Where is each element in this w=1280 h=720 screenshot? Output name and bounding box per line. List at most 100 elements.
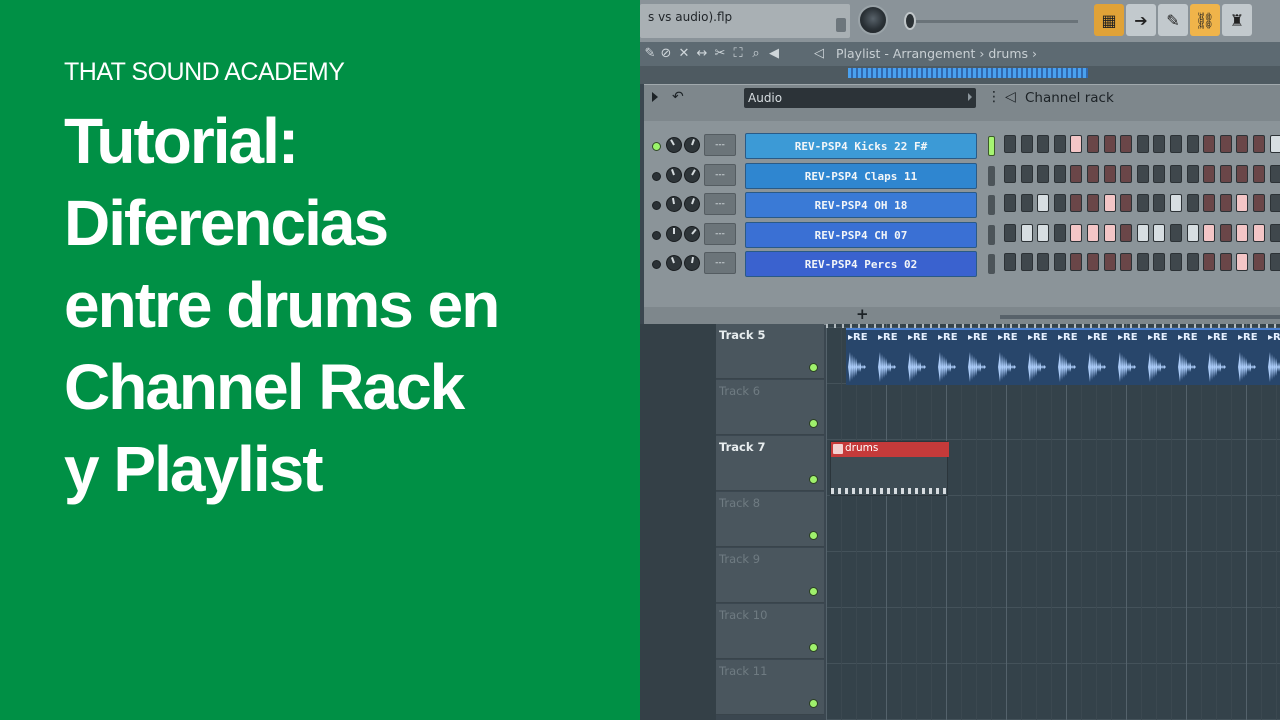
channel-mixer-track[interactable]: --- (704, 134, 736, 156)
slice-icon[interactable]: ✂ (712, 46, 728, 62)
playlist-breadcrumb[interactable]: Playlist - Arrangement › drums › (836, 46, 1037, 61)
mute-icon[interactable]: ✕ (676, 46, 692, 62)
step-button[interactable] (1004, 194, 1016, 212)
track-mute-led[interactable] (809, 419, 818, 428)
audio-clip[interactable]: ▸RE ▸RE ▸RE ▸RE ▸RE ▸RE ▸RE ▸RE ▸RE ▸RE ▸RE ▸RE ▸RE ▸… (846, 328, 1280, 385)
channel-pan-knob[interactable] (663, 134, 685, 156)
channel-mute-led[interactable] (652, 171, 661, 181)
track-header[interactable]: Track 6 (716, 380, 824, 435)
arrow-icon[interactable]: ➔ (1126, 4, 1156, 36)
step-button[interactable] (1236, 194, 1249, 212)
channel-mute-led[interactable] (652, 201, 661, 210)
step-button[interactable] (1186, 253, 1199, 271)
step-button[interactable] (1269, 253, 1280, 271)
step-button[interactable] (1170, 135, 1182, 153)
step-button[interactable] (1120, 194, 1133, 212)
step-button[interactable] (1004, 253, 1016, 271)
step-button[interactable] (1253, 164, 1265, 183)
channel-name-button[interactable]: REV-PSP4 Claps 11 (745, 162, 977, 189)
step-button[interactable] (1219, 194, 1232, 212)
menu-dots-icon[interactable]: ⋮ (987, 89, 1001, 105)
channel-mute-led[interactable] (652, 230, 661, 240)
channel-filter-select[interactable]: Audio (744, 88, 976, 108)
step-button[interactable] (1170, 223, 1182, 242)
step-button[interactable] (1053, 194, 1066, 212)
pattern-clip[interactable]: drums (830, 441, 949, 496)
step-button[interactable] (1153, 253, 1166, 271)
channel-row[interactable]: --- REV-PSP4 Claps 11 (644, 162, 1280, 191)
track-mute-led[interactable] (809, 531, 818, 540)
channel-mute-led[interactable] (652, 260, 661, 269)
add-channel-button[interactable]: + (856, 305, 869, 323)
step-button[interactable] (1053, 223, 1066, 242)
step-button[interactable] (1170, 253, 1182, 271)
track-header[interactable]: Track 7 (716, 436, 824, 491)
step-button[interactable] (1203, 194, 1216, 212)
channel-pan-knob[interactable] (664, 194, 684, 214)
step-button[interactable] (1236, 164, 1249, 183)
step-button[interactable] (1004, 135, 1016, 153)
step-button[interactable] (1153, 135, 1166, 153)
step-button[interactable] (1037, 194, 1050, 212)
rack-options-arrow-icon[interactable] (652, 92, 658, 102)
horizontal-scrollbar[interactable] (1000, 315, 1280, 319)
step-button[interactable] (1087, 164, 1099, 183)
step-button[interactable] (1070, 164, 1083, 183)
step-button[interactable] (1186, 164, 1199, 183)
step-button[interactable] (1136, 253, 1149, 271)
track-mute-led[interactable] (809, 475, 818, 484)
step-button[interactable] (1186, 223, 1199, 242)
step-button[interactable] (1037, 223, 1050, 242)
track-mute-led[interactable] (809, 643, 818, 652)
step-button[interactable] (1070, 135, 1083, 153)
channel-pan-knob[interactable] (663, 164, 685, 185)
track-mute-led[interactable] (809, 363, 818, 372)
channel-mixer-track[interactable]: --- (704, 163, 736, 186)
channel-row[interactable]: --- REV-PSP4 Kicks 22 F# (644, 133, 1280, 161)
step-button[interactable] (1153, 223, 1166, 242)
step-button[interactable] (1053, 164, 1066, 183)
channel-row[interactable]: --- REV-PSP4 OH 18 (644, 192, 1280, 220)
swing-icon[interactable]: ↶ (672, 89, 684, 105)
channel-name-button[interactable]: REV-PSP4 Percs 02 (745, 251, 977, 277)
step-button[interactable] (1136, 135, 1149, 153)
channel-volume-knob[interactable] (682, 253, 702, 273)
step-button[interactable] (1103, 253, 1116, 271)
step-button[interactable] (1269, 164, 1280, 183)
track-mute-led[interactable] (809, 699, 818, 708)
track-header[interactable]: Track 9 (716, 548, 824, 603)
step-button[interactable] (1103, 223, 1116, 242)
delete-icon[interactable]: ⊘ (658, 46, 674, 62)
channel-volume-knob[interactable] (681, 163, 703, 186)
channel-volume-knob[interactable] (681, 134, 703, 156)
step-button[interactable] (1219, 135, 1232, 153)
channel-name-button[interactable]: REV-PSP4 OH 18 (745, 192, 977, 218)
playlist-view-icon[interactable]: ▦ (1094, 4, 1124, 36)
step-button[interactable] (1203, 223, 1216, 242)
track-header[interactable]: Track 8 (716, 492, 824, 547)
step-button[interactable] (1053, 253, 1066, 271)
step-button[interactable] (1087, 223, 1099, 242)
select-icon[interactable]: ⛶ (730, 46, 746, 62)
step-button[interactable] (1020, 194, 1033, 212)
step-button[interactable] (1037, 253, 1050, 271)
step-button[interactable] (1087, 194, 1099, 212)
channel-pan-knob[interactable] (666, 225, 682, 242)
step-button[interactable] (1219, 164, 1232, 183)
step-button[interactable] (1136, 164, 1149, 183)
channel-select-indicator[interactable] (988, 195, 995, 215)
step-button[interactable] (1203, 164, 1216, 183)
step-button[interactable] (1070, 194, 1083, 212)
channel-select-indicator[interactable] (988, 254, 995, 274)
channel-row[interactable]: --- REV-PSP4 Percs 02 (644, 251, 1280, 279)
step-button[interactable] (1087, 253, 1099, 271)
slip-icon[interactable]: ↔ (694, 46, 710, 62)
step-button[interactable] (1004, 164, 1016, 183)
channel-volume-knob[interactable] (680, 222, 704, 245)
track-header[interactable]: Track 5 (716, 324, 824, 379)
channel-pan-knob[interactable] (663, 252, 685, 274)
step-button[interactable] (1037, 135, 1050, 153)
zoom-icon[interactable]: ⌕ (748, 46, 764, 62)
channel-row[interactable]: --- REV-PSP4 CH 07 (644, 221, 1280, 250)
channel-mixer-track[interactable]: --- (704, 222, 736, 245)
